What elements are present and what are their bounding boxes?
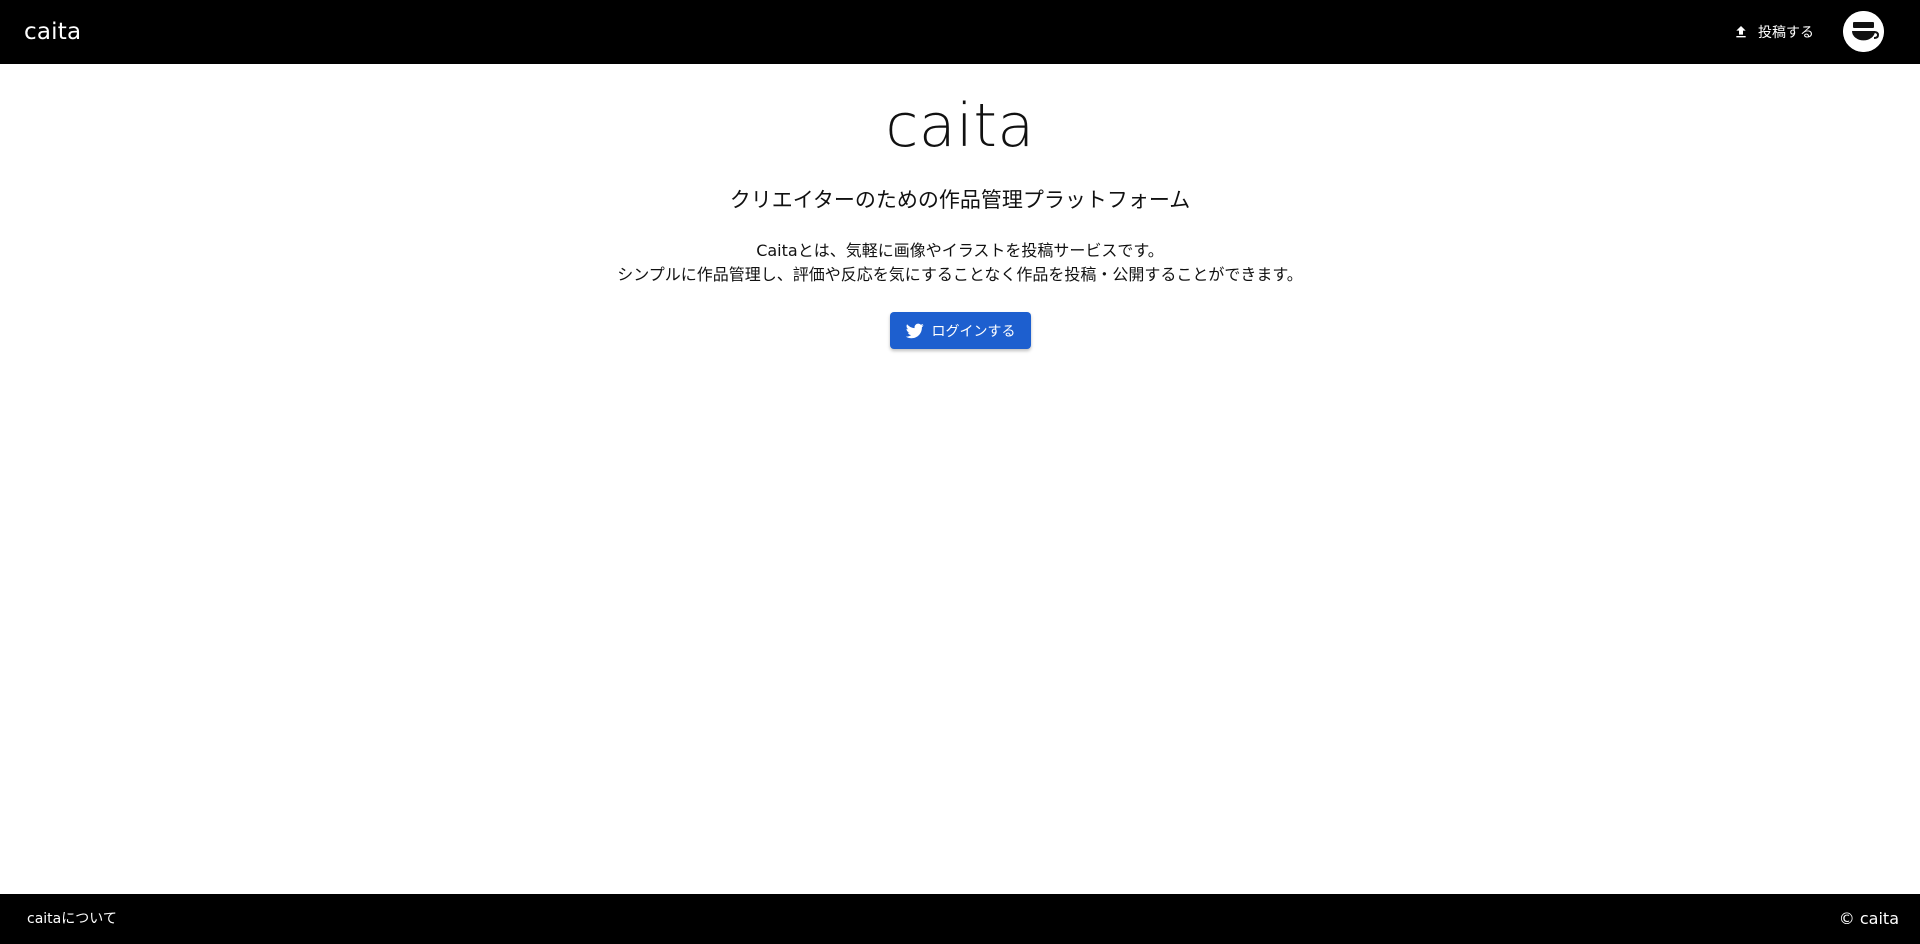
hero-description: Caitaとは、気軽に画像やイラストを投稿サービスです。 シンプルに作品管理し、…: [0, 239, 1920, 287]
user-avatar[interactable]: [1843, 11, 1884, 52]
hero-subtitle: クリエイターのための作品管理プラットフォーム: [729, 188, 1191, 212]
about-link[interactable]: caitaについて: [27, 894, 117, 944]
twitter-icon: [905, 323, 924, 339]
twitter-login-button[interactable]: ログインする: [890, 312, 1031, 349]
login-button-label: ログインする: [931, 323, 1016, 340]
page: caita 投稿する caita クリエイターのための作品管理プラットフォーム …: [0, 0, 1920, 944]
post-button[interactable]: 投稿する: [1723, 14, 1824, 50]
description-line-2: シンプルに作品管理し、評価や反応を気にすることなく作品を投稿・公開することができ…: [617, 265, 1303, 284]
description-line-1: Caitaとは、気軽に画像やイラストを投稿サービスです。: [756, 241, 1164, 260]
brand-link[interactable]: caita: [24, 0, 81, 64]
upload-icon: [1733, 24, 1749, 40]
post-button-label: 投稿する: [1758, 25, 1814, 41]
footer: caitaについて © caita: [0, 894, 1920, 944]
top-app-bar: caita 投稿する: [0, 0, 1920, 64]
copyright-text: © caita: [1838, 909, 1899, 928]
hero-title: caita: [885, 91, 1035, 161]
avatar-logo-icon: [1843, 11, 1884, 52]
